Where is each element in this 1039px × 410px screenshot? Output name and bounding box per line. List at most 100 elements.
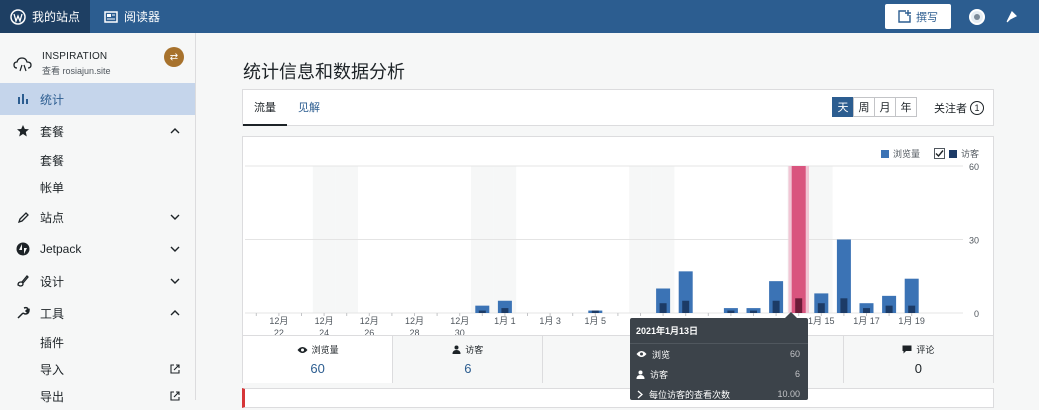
- sidebar-item-label: 导入: [40, 363, 65, 377]
- post-details-card: [242, 388, 994, 408]
- wrench-icon: [17, 306, 30, 319]
- site-name: INSPIRATION: [42, 50, 108, 62]
- bell-icon: [1006, 10, 1018, 22]
- bar-chart-icon: [18, 94, 28, 104]
- eye-icon: [297, 346, 308, 353]
- tooltip-label: 每位访客的查看次数: [649, 389, 731, 400]
- x-tick-label: 22: [274, 328, 284, 335]
- legend-visitors: 访客: [960, 149, 979, 159]
- pencil-icon: [17, 211, 29, 223]
- sidebar-item-tools[interactable]: 工具: [0, 297, 195, 329]
- tab-traffic[interactable]: 流量: [243, 90, 287, 126]
- sidebar-subitem-export[interactable]: 导出: [0, 383, 195, 410]
- period-week-button[interactable]: 周: [853, 97, 875, 117]
- chevron-right-icon: [637, 390, 643, 398]
- tooltip-label: 访客: [650, 369, 669, 380]
- notifications-button[interactable]: [1005, 10, 1019, 24]
- my-sites-button[interactable]: 我的站点: [0, 0, 91, 33]
- tooltip-row-views-per-visitor: 每位访客的查看次数 10.00: [630, 384, 808, 404]
- comment-icon: [902, 345, 912, 354]
- brush-icon: [17, 275, 29, 287]
- visitors-bar: [727, 310, 735, 313]
- jetpack-icon: [16, 242, 30, 256]
- sidebar-item-jetpack[interactable]: Jetpack: [0, 233, 195, 265]
- summary-views[interactable]: 浏览量 60: [243, 336, 394, 383]
- sidebar-item-label: 插件: [40, 336, 65, 350]
- tooltip-label: 浏览: [652, 349, 671, 360]
- sidebar-subitem-billing[interactable]: 帐单: [0, 174, 195, 201]
- visitors-bar: [501, 308, 509, 313]
- visitors-bar: [478, 310, 486, 313]
- x-tick-label: 1月 19: [898, 316, 925, 326]
- tooltip-row-views: 浏览 60: [630, 344, 808, 364]
- x-tick-label: 12月: [405, 316, 424, 326]
- check-icon: [935, 150, 944, 158]
- stats-summary: 浏览量 60 访客 6 评论 0: [243, 335, 994, 383]
- tooltip-row-visitors: 访客 6: [630, 364, 808, 384]
- y-tick-label: 30: [969, 236, 979, 246]
- site-logo-icon: [13, 56, 32, 71]
- sidebar-item-label: 导出: [40, 390, 65, 404]
- period-year-button[interactable]: 年: [895, 97, 917, 117]
- summary-value: 0: [914, 361, 923, 376]
- chevron-down-icon: [170, 278, 180, 284]
- visitors-bar: [863, 308, 870, 313]
- chart-card: 12月 22 12月 24 12月 26 12月 28 12月 30 1月 1 1月 3 1月 5 1月 …: [242, 136, 994, 383]
- x-tick-label: 12月: [315, 316, 334, 326]
- x-tick-label: 30: [455, 328, 465, 335]
- x-tick-label: 1月 17: [853, 316, 880, 326]
- wordpress-icon: [10, 8, 26, 25]
- sidebar-item-label: 站点: [40, 210, 65, 225]
- sidebar-item-plans[interactable]: 套餐: [0, 115, 195, 147]
- sidebar-item-label: Jetpack: [40, 242, 82, 256]
- sidebar-item-design[interactable]: 设计: [0, 265, 195, 297]
- main-content: 统计信息和数据分析 流量 见解 天 周 月 年 关注者 1 12月 22 12月 24…: [197, 33, 1039, 408]
- summary-comments[interactable]: 评论 0: [843, 336, 994, 383]
- views-bar: [791, 166, 806, 313]
- sidebar-subitem-plugins[interactable]: 插件: [0, 329, 195, 356]
- visitors-checkbox[interactable]: [933, 148, 945, 159]
- site-switch-icon[interactable]: ⇄: [164, 47, 184, 67]
- sidebar-item-label: 统计: [40, 92, 65, 107]
- tooltip-value: 6: [794, 369, 800, 379]
- sidebar-subitem-plans[interactable]: 套餐: [0, 147, 195, 174]
- chevron-down-icon: [170, 246, 180, 252]
- x-tick-label: 28: [409, 328, 419, 335]
- sidebar-subitem-import[interactable]: 导入: [0, 356, 195, 383]
- x-tick-label: 1月 15: [808, 316, 835, 326]
- summary-label: 浏览量: [311, 345, 339, 355]
- views-swatch: [880, 149, 889, 158]
- period-month-button[interactable]: 月: [874, 97, 896, 117]
- period-selector: 天 周 月 年: [832, 97, 917, 117]
- sidebar-item-stats[interactable]: 统计: [0, 83, 195, 115]
- external-link-icon: [170, 364, 180, 374]
- avatar[interactable]: [969, 8, 985, 25]
- site-url[interactable]: 查看 rosiajun.site: [42, 64, 111, 77]
- write-label: 撰写: [916, 11, 938, 24]
- summary-visitors[interactable]: 访客 6: [393, 336, 544, 383]
- tab-insights[interactable]: 见解: [287, 90, 331, 126]
- sidebar-item-label: 套餐: [40, 154, 65, 168]
- my-sites-label: 我的站点: [32, 10, 81, 24]
- new-post-icon: [898, 10, 911, 23]
- summary-label: 访客: [465, 345, 484, 355]
- sidebar-item-label: 工具: [40, 306, 65, 321]
- followers-link[interactable]: 关注者 1: [934, 100, 984, 116]
- summary-value: 6: [464, 361, 472, 376]
- period-day-button[interactable]: 天: [832, 97, 854, 117]
- sidebar-item-label: 帐单: [40, 181, 65, 195]
- site-switcher[interactable]: INSPIRATION 查看 rosiajun.site ⇄: [0, 33, 195, 83]
- reader-label: 阅读器: [124, 10, 161, 24]
- visitors-bar: [885, 305, 893, 313]
- x-tick-label: 12月: [360, 316, 379, 326]
- legend-views: 浏览量: [892, 149, 920, 159]
- x-tick-label: 1月 5: [585, 316, 607, 326]
- write-button[interactable]: 撰写: [885, 4, 951, 29]
- visitors-bar: [682, 300, 690, 313]
- stats-tabs-bar: 流量 见解 天 周 月 年 关注者 1: [242, 89, 994, 126]
- visitors-swatch: [948, 149, 957, 158]
- reader-button[interactable]: 阅读器: [90, 0, 170, 33]
- visitors-bar: [750, 310, 757, 313]
- chart-tooltip: 2021年1月13日 浏览 60 访客 6 每位访客的查看次数 10.00: [630, 312, 808, 400]
- sidebar-item-site[interactable]: 站点: [0, 201, 195, 233]
